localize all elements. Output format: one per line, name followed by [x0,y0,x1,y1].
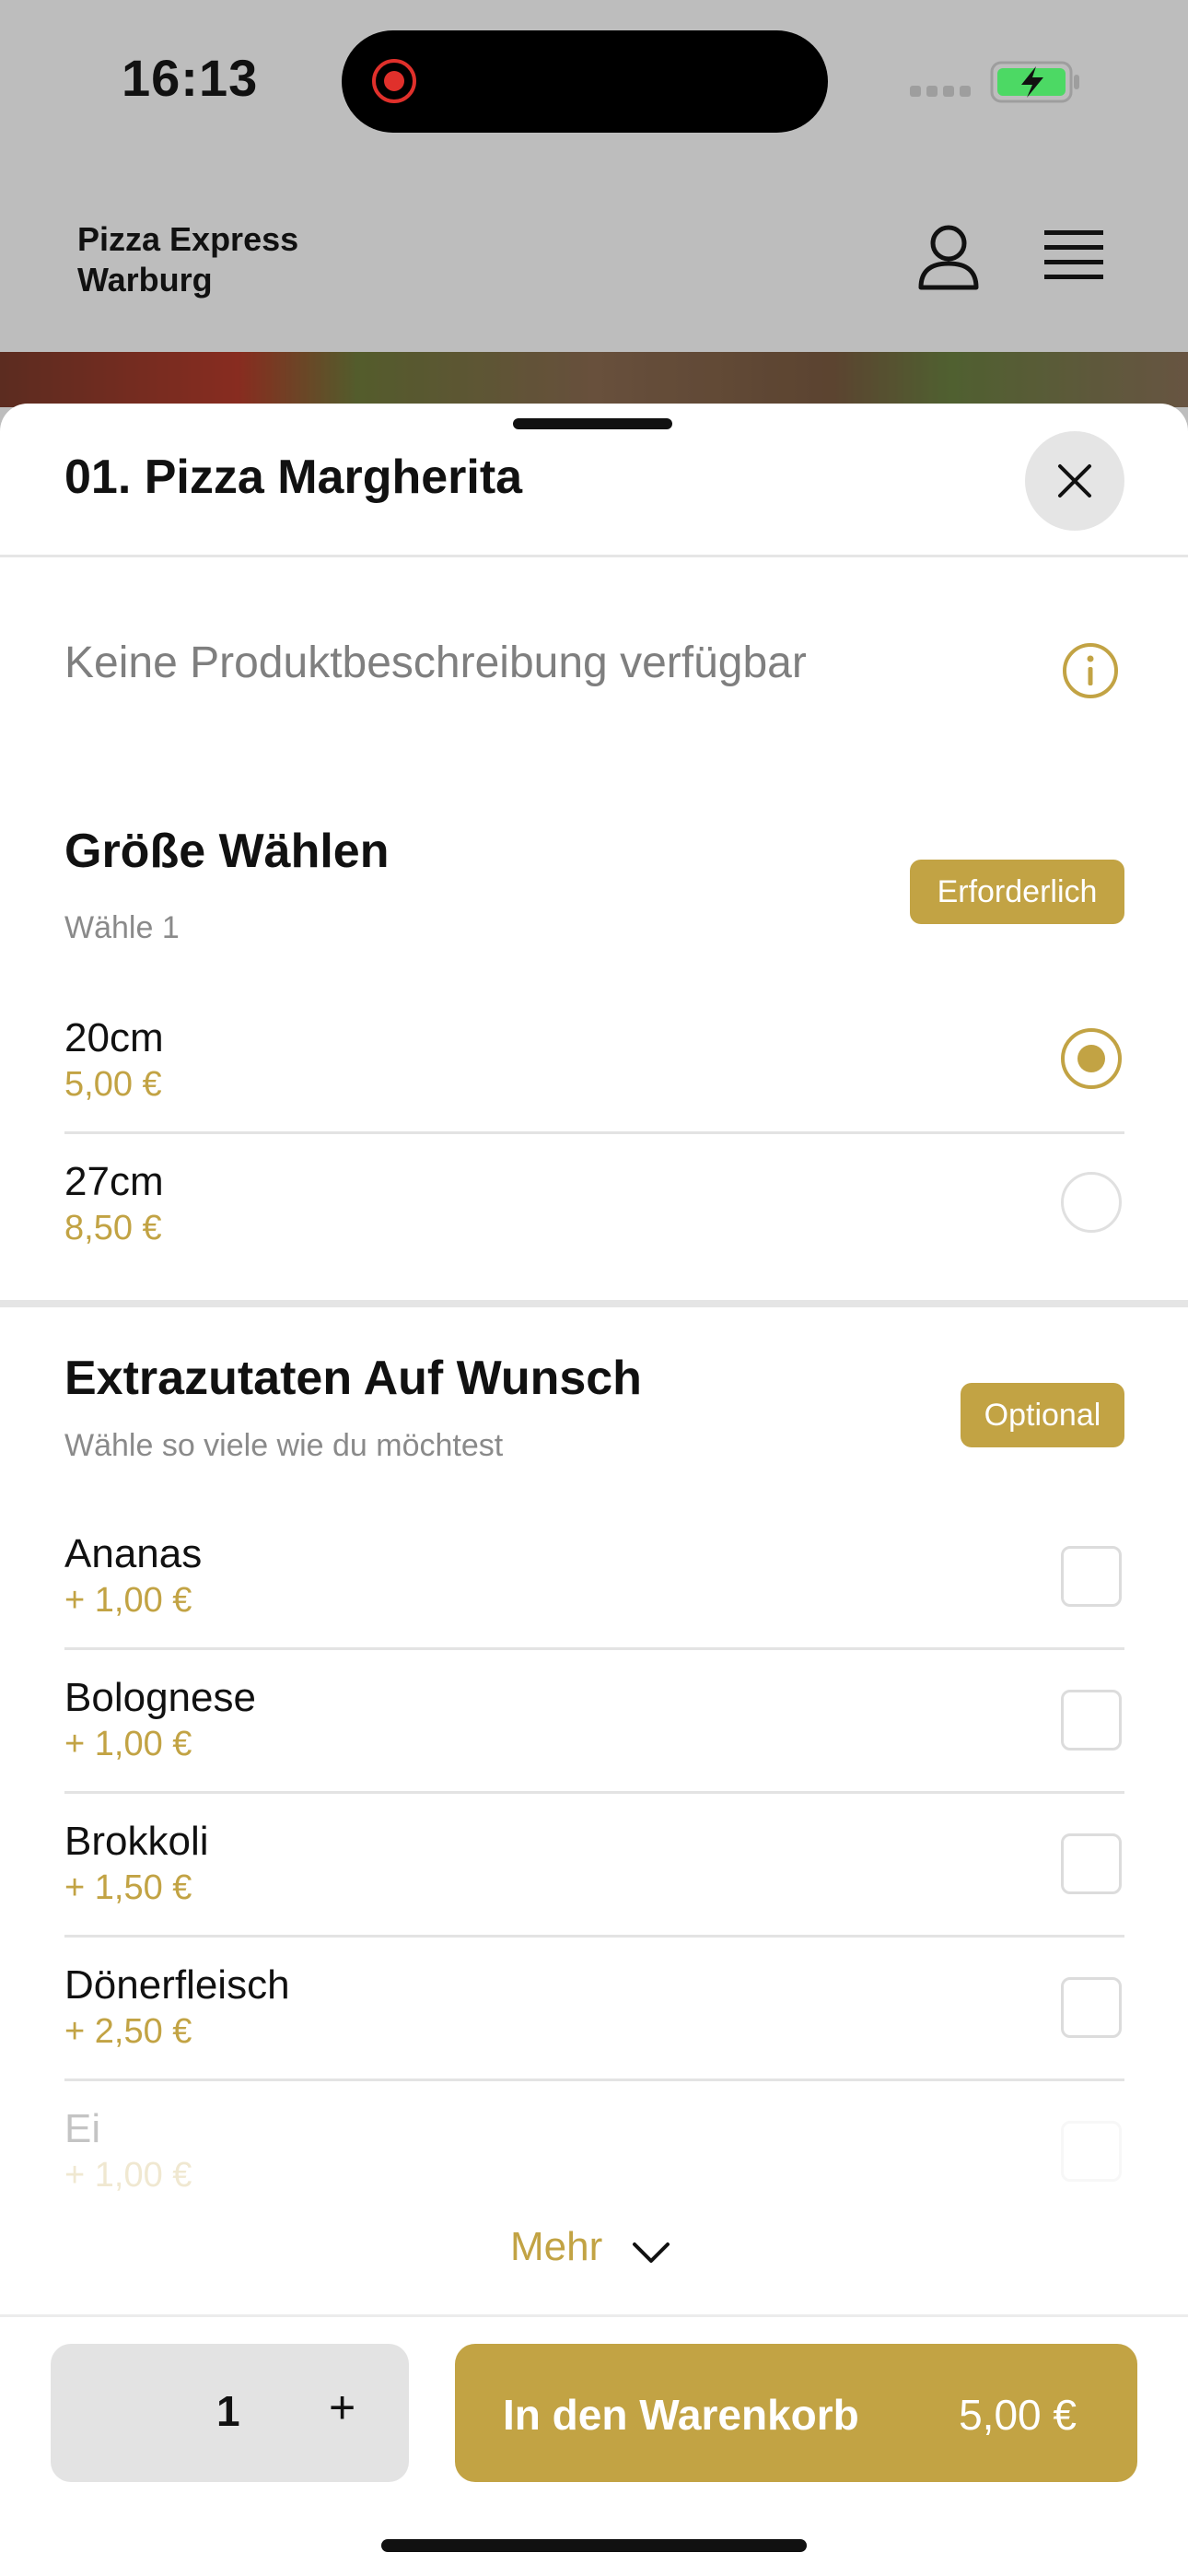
size-option-name: 27cm [64,1159,164,1204]
extra-option-price: + 1,00 € [64,2156,192,2195]
close-button[interactable] [1025,431,1124,531]
extra-option-price: + 1,00 € [64,1725,192,1763]
row-divider [64,1647,1124,1650]
show-more-button[interactable]: Mehr [510,2224,602,2270]
row-divider [64,1935,1124,1938]
hero-image [0,352,1188,407]
quantity-stepper[interactable]: 1 + [51,2344,409,2482]
product-sheet: 01. Pizza Margherita Keine Produktbeschr… [0,404,1188,2576]
size-option-price: 8,50 € [64,1209,162,1247]
recording-indicator-icon [372,59,416,103]
extra-checkbox[interactable] [1061,1977,1122,2038]
sheet-grabber[interactable] [513,418,672,429]
footer-divider [0,2314,1188,2317]
user-account-icon[interactable] [915,223,982,291]
extra-option-name: Bolognese [64,1675,256,1720]
divider [0,555,1188,557]
product-title: 01. Pizza Margherita [64,451,523,504]
size-radio[interactable] [1061,1172,1122,1233]
dynamic-island [342,30,828,133]
restaurant-name[interactable]: Pizza Express Warburg [77,219,298,300]
row-divider [64,1131,1124,1134]
cart-total-price: 5,00 € [959,2391,1077,2439]
app-header: Pizza Express Warburg [0,175,1188,352]
size-option-price: 5,00 € [64,1065,162,1104]
increment-button[interactable]: + [329,2381,355,2434]
info-icon[interactable] [1061,641,1120,700]
extra-option-price: + 2,50 € [64,2012,192,2051]
size-radio-selected[interactable] [1061,1028,1122,1089]
extra-checkbox[interactable] [1061,2121,1122,2182]
extra-option-name: Ananas [64,1531,203,1576]
extra-option-name: Brokkoli [64,1819,209,1864]
add-to-cart-label: In den Warenkorb [503,2391,859,2439]
extra-checkbox[interactable] [1061,1690,1122,1751]
extra-option-price: + 1,50 € [64,1868,192,1907]
row-divider [64,2078,1124,2081]
extra-option-price: + 1,00 € [64,1581,192,1620]
home-indicator [381,2539,807,2552]
extra-checkbox[interactable] [1061,1833,1122,1894]
hamburger-menu-icon[interactable] [1044,228,1103,280]
size-section-subtitle: Wähle 1 [64,910,180,945]
clock: 16:13 [122,49,259,107]
add-to-cart-button[interactable]: In den Warenkorb 5,00 € [455,2344,1137,2482]
quantity-value: 1 [216,2387,240,2435]
extras-section-title: Extrazutaten Auf Wunsch [64,1352,642,1405]
extra-checkbox[interactable] [1061,1546,1122,1607]
product-description: Keine Produktbeschreibung verfügbar [64,638,807,687]
close-icon [1058,464,1091,498]
extra-option-name: Ei [64,2106,101,2151]
size-section-title: Größe Wählen [64,825,390,878]
size-option-name: 20cm [64,1015,164,1060]
extra-option-name: Dönerfleisch [64,1962,290,2008]
signal-icon [910,85,976,101]
optional-badge: Optional [961,1383,1124,1447]
extras-section-subtitle: Wähle so viele wie du möchtest [64,1428,504,1463]
required-badge: Erforderlich [910,860,1124,924]
status-bar: 16:13 [0,0,1188,175]
row-divider [64,1791,1124,1794]
section-separator [0,1300,1188,1307]
battery-charging-icon [990,61,1079,103]
chevron-down-icon[interactable] [632,2241,670,2265]
